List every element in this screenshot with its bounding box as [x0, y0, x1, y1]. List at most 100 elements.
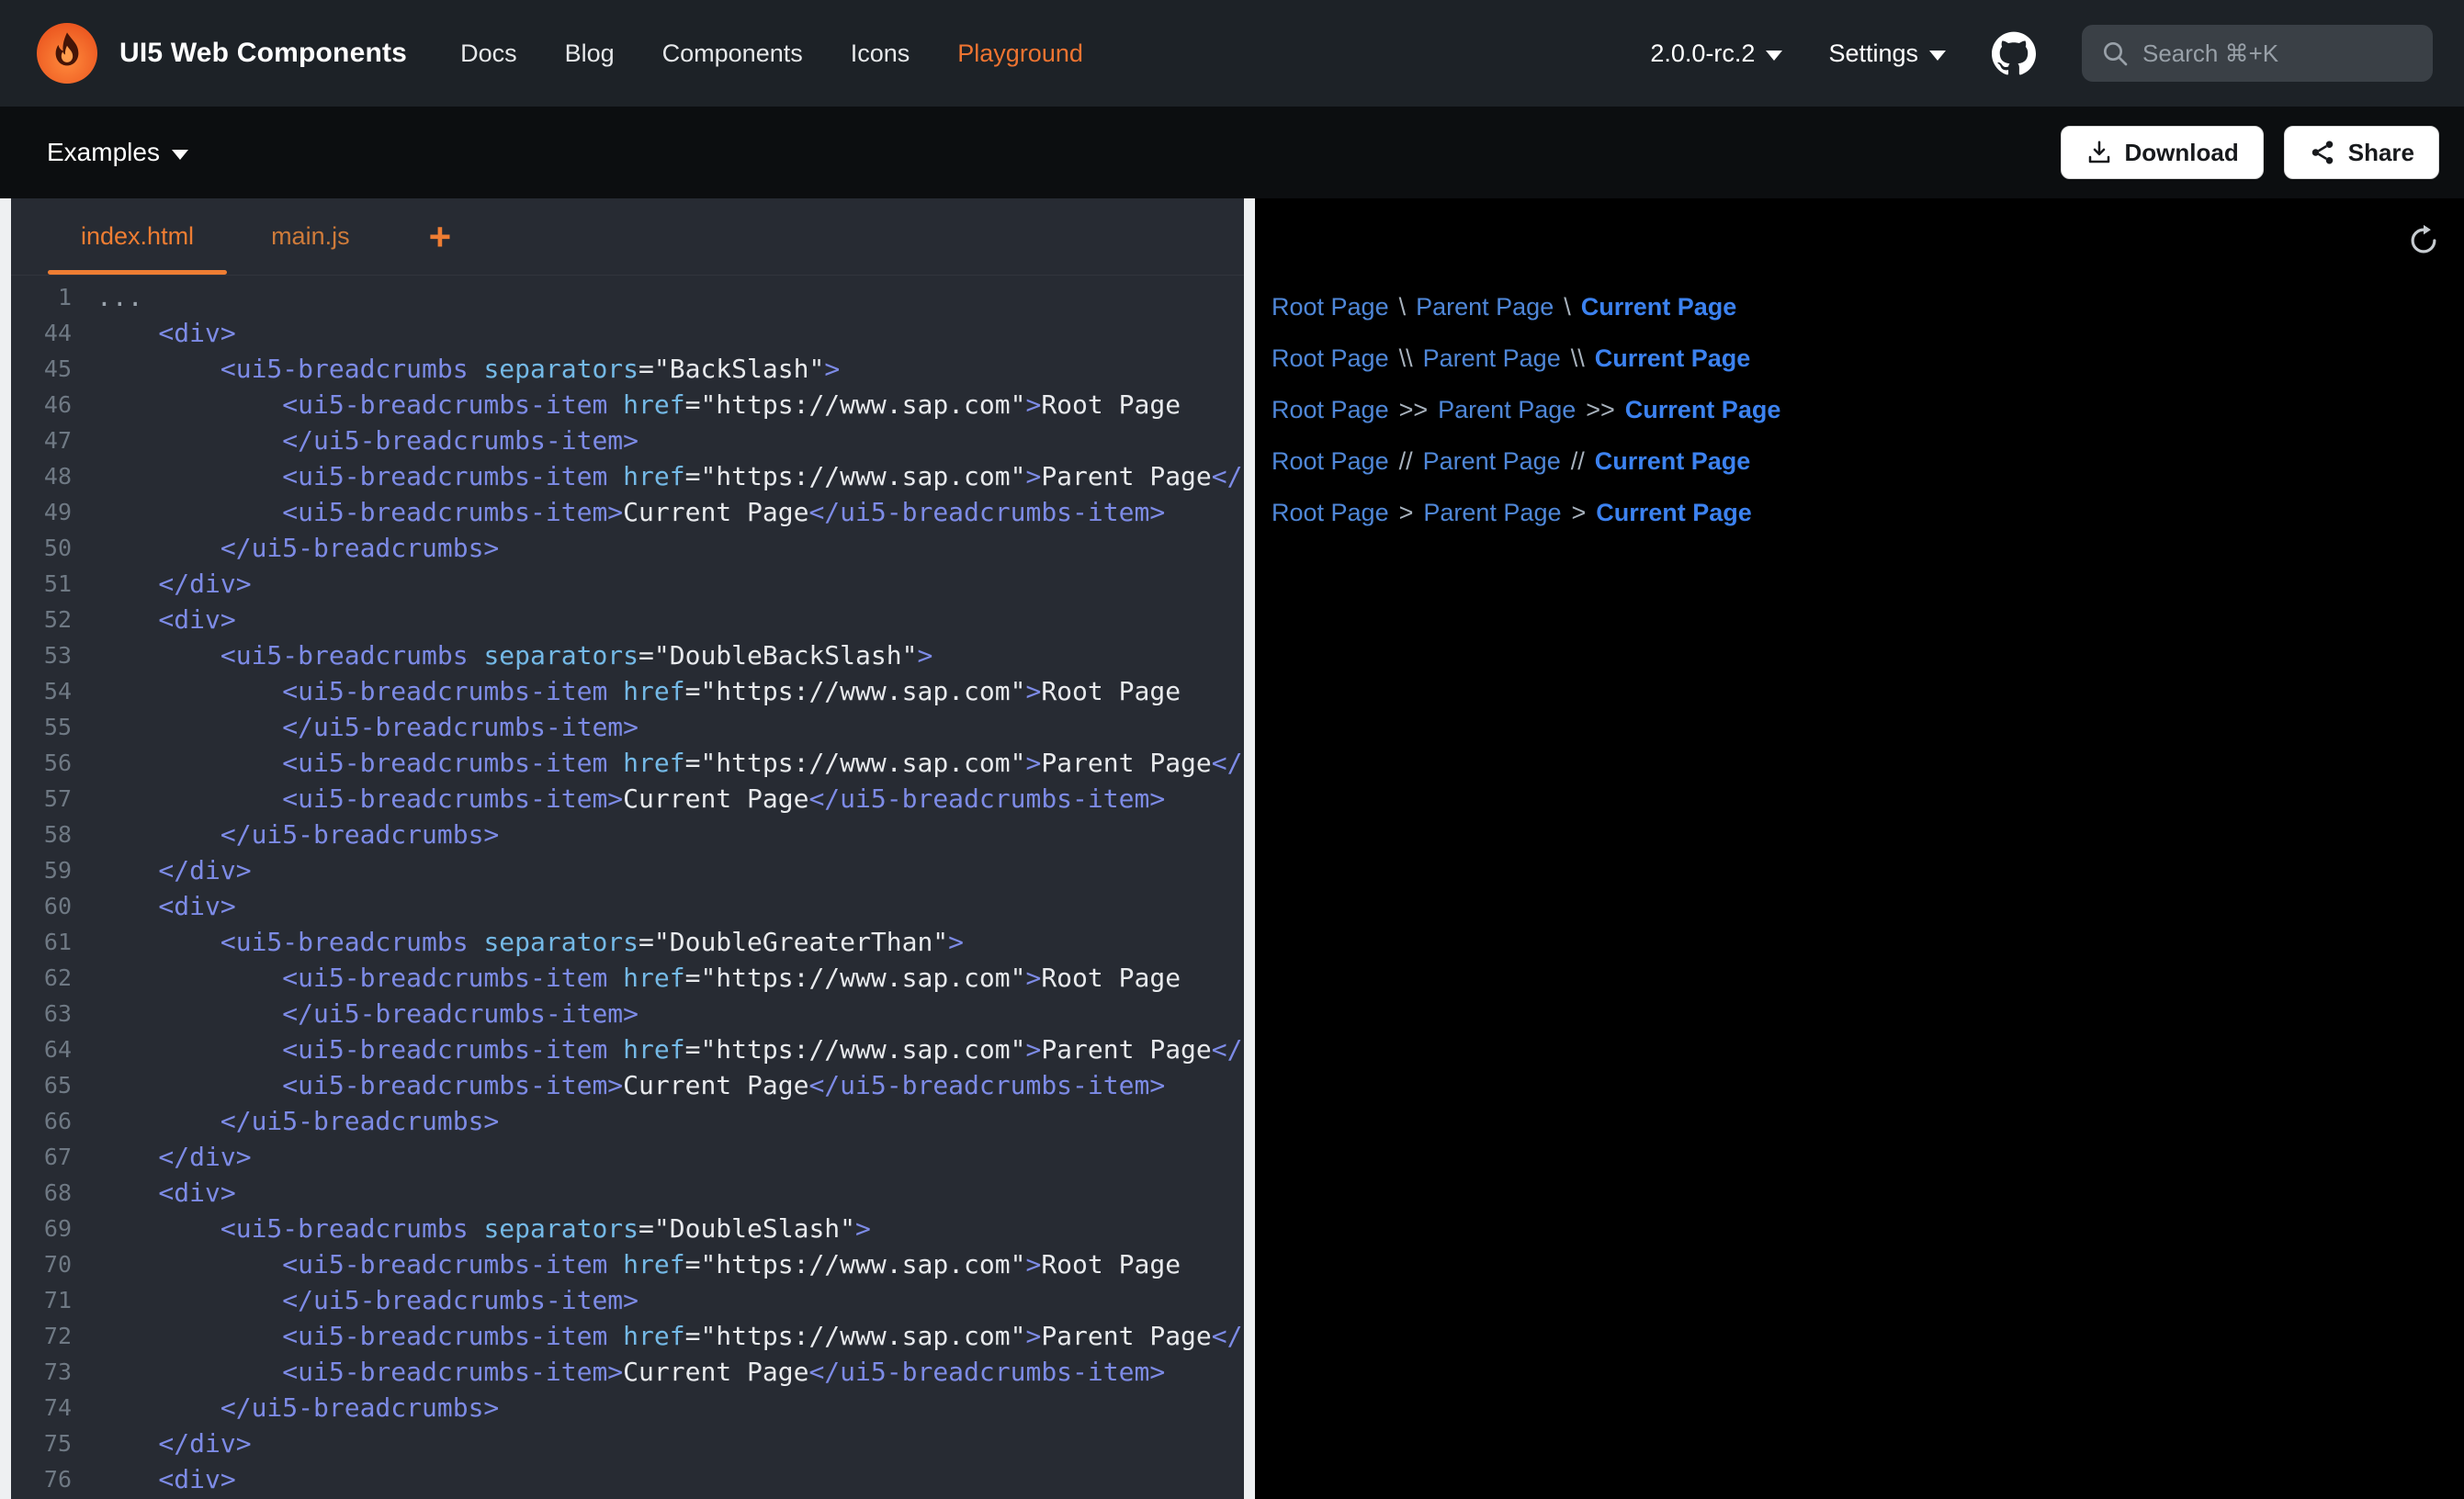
breadcrumb-separator: >> — [1586, 396, 1615, 424]
code-line: 52 <div> — [11, 602, 1244, 637]
line-number: 56 — [11, 745, 72, 781]
line-number: 67 — [11, 1139, 72, 1175]
code-text: </div> — [72, 852, 252, 888]
code-line: 62 <ui5-breadcrumbs-item href="https://w… — [11, 960, 1244, 996]
line-number: 59 — [11, 852, 72, 888]
search-icon — [2100, 39, 2130, 68]
nav-link-icons[interactable]: Icons — [851, 39, 910, 68]
line-number: 58 — [11, 817, 72, 852]
breadcrumb-separator: > — [1571, 499, 1586, 527]
code-text: <ui5-breadcrumbs separators="DoubleSlash… — [72, 1211, 871, 1246]
code-line: 68 <div> — [11, 1175, 1244, 1211]
code-text: <ui5-breadcrumbs-item href="https://www.… — [72, 387, 1181, 423]
line-number: 57 — [11, 781, 72, 817]
breadcrumb-separator: > — [1399, 499, 1414, 527]
breadcrumb-link[interactable]: Parent Page — [1423, 447, 1561, 476]
breadcrumb-link[interactable]: Root Page — [1272, 447, 1389, 476]
code-line: 61 <ui5-breadcrumbs separators="DoubleGr… — [11, 924, 1244, 960]
refresh-icon — [2406, 223, 2441, 258]
line-number: 44 — [11, 315, 72, 351]
code-text: <ui5-breadcrumbs-item href="https://www.… — [72, 1318, 1242, 1354]
tab-label: main.js — [271, 222, 350, 251]
plus-icon: + — [429, 215, 452, 259]
code-text: <ui5-breadcrumbs-item href="https://www.… — [72, 745, 1242, 781]
breadcrumb-row: Root Page//Parent Page//Current Page — [1272, 435, 2464, 487]
code-line: 55 </ui5-breadcrumbs-item> — [11, 709, 1244, 745]
code-line: 50 </ui5-breadcrumbs> — [11, 530, 1244, 566]
nav-link-blog[interactable]: Blog — [565, 39, 615, 68]
header-right: 2.0.0-rc.2 Settings Search ⌘+K — [1650, 25, 2433, 82]
line-number: 45 — [11, 351, 72, 387]
nav-link-components[interactable]: Components — [662, 39, 803, 68]
code-text: <ui5-breadcrumbs-item href="https://www.… — [72, 458, 1242, 494]
code-line: 64 <ui5-breadcrumbs-item href="https://w… — [11, 1031, 1244, 1067]
code-lines[interactable]: 1...44 <div>45 <ui5-breadcrumbs separato… — [11, 276, 1244, 1499]
nav-link-playground[interactable]: Playground — [957, 39, 1083, 68]
share-icon — [2309, 139, 2336, 166]
toolbar-right: Download Share — [2061, 126, 2439, 179]
line-number: 52 — [11, 602, 72, 637]
code-line: 56 <ui5-breadcrumbs-item href="https://w… — [11, 745, 1244, 781]
code-text: <div> — [72, 1175, 236, 1211]
line-number: 1 — [11, 279, 72, 315]
code-line: 58 </ui5-breadcrumbs> — [11, 817, 1244, 852]
code-line: 67 </div> — [11, 1139, 1244, 1175]
settings-menu[interactable]: Settings — [1828, 39, 1946, 68]
line-number: 70 — [11, 1246, 72, 1282]
breadcrumb-link[interactable]: Parent Page — [1416, 293, 1554, 321]
breadcrumb-row: Root Page\\Parent Page\\Current Page — [1272, 332, 2464, 384]
toolbar: Examples Download Shar — [0, 107, 2464, 198]
panel-splitter[interactable] — [1244, 198, 1255, 1499]
code-text: </ui5-breadcrumbs> — [72, 817, 499, 852]
code-text: </div> — [72, 1139, 252, 1175]
breadcrumb-link[interactable]: Root Page — [1272, 499, 1389, 527]
download-label: Download — [2125, 139, 2239, 167]
github-link[interactable] — [1992, 31, 2036, 75]
code-text: <ui5-breadcrumbs-item>Current Page</ui5-… — [72, 494, 1165, 530]
line-number: 63 — [11, 996, 72, 1031]
breadcrumb-link[interactable]: Root Page — [1272, 344, 1389, 373]
code-text: </ui5-breadcrumbs-item> — [72, 1282, 639, 1318]
code-line: 76 <div> — [11, 1461, 1244, 1497]
download-button[interactable]: Download — [2061, 126, 2264, 179]
breadcrumb-link[interactable]: Root Page — [1272, 396, 1389, 424]
breadcrumb-link[interactable]: Parent Page — [1423, 499, 1561, 527]
code-text: <div> — [72, 1461, 236, 1497]
breadcrumb-separator: >> — [1399, 396, 1429, 424]
code-line: 48 <ui5-breadcrumbs-item href="https://w… — [11, 458, 1244, 494]
breadcrumb-separator: // — [1399, 447, 1413, 476]
share-button[interactable]: Share — [2284, 126, 2439, 179]
code-line: 60 <div> — [11, 888, 1244, 924]
breadcrumb-link[interactable]: Parent Page — [1438, 396, 1576, 424]
code-text: <ui5-breadcrumbs separators="DoubleGreat… — [72, 924, 964, 960]
code-text: <ui5-breadcrumbs separators="BackSlash"> — [72, 351, 840, 387]
code-text: </ui5-breadcrumbs-item> — [72, 709, 639, 745]
line-number: 73 — [11, 1354, 72, 1390]
code-line: 69 <ui5-breadcrumbs separators="DoubleSl… — [11, 1211, 1244, 1246]
code-text: </ui5-breadcrumbs-item> — [72, 423, 639, 458]
breadcrumb-link[interactable]: Root Page — [1272, 293, 1389, 321]
brand[interactable]: UI5 Web Components — [37, 23, 407, 84]
header: UI5 Web Components Docs Blog Components … — [0, 0, 2464, 107]
chevron-down-icon — [172, 150, 188, 160]
code-text: <ui5-breadcrumbs-item>Current Page</ui5-… — [72, 781, 1165, 817]
code-text: </ui5-breadcrumbs> — [72, 1103, 499, 1139]
tab-index-html[interactable]: index.html — [42, 198, 232, 275]
version-selector[interactable]: 2.0.0-rc.2 — [1650, 39, 1782, 68]
line-number: 75 — [11, 1426, 72, 1461]
breadcrumb-current: Current Page — [1581, 293, 1737, 321]
line-number: 74 — [11, 1390, 72, 1426]
share-label: Share — [2348, 139, 2414, 167]
tab-main-js[interactable]: main.js — [232, 198, 389, 275]
nav-link-docs[interactable]: Docs — [460, 39, 517, 68]
line-number: 61 — [11, 924, 72, 960]
breadcrumb-link[interactable]: Parent Page — [1423, 344, 1561, 373]
code-text: <ui5-breadcrumbs-item href="https://www.… — [72, 673, 1181, 709]
examples-dropdown[interactable]: Examples — [47, 138, 188, 167]
breadcrumb-separator: \ — [1399, 293, 1407, 321]
refresh-button[interactable] — [2403, 220, 2444, 261]
search-input[interactable]: Search ⌘+K — [2082, 25, 2433, 82]
add-tab-button[interactable]: + — [405, 198, 476, 275]
line-number: 64 — [11, 1031, 72, 1067]
line-number: 71 — [11, 1282, 72, 1318]
